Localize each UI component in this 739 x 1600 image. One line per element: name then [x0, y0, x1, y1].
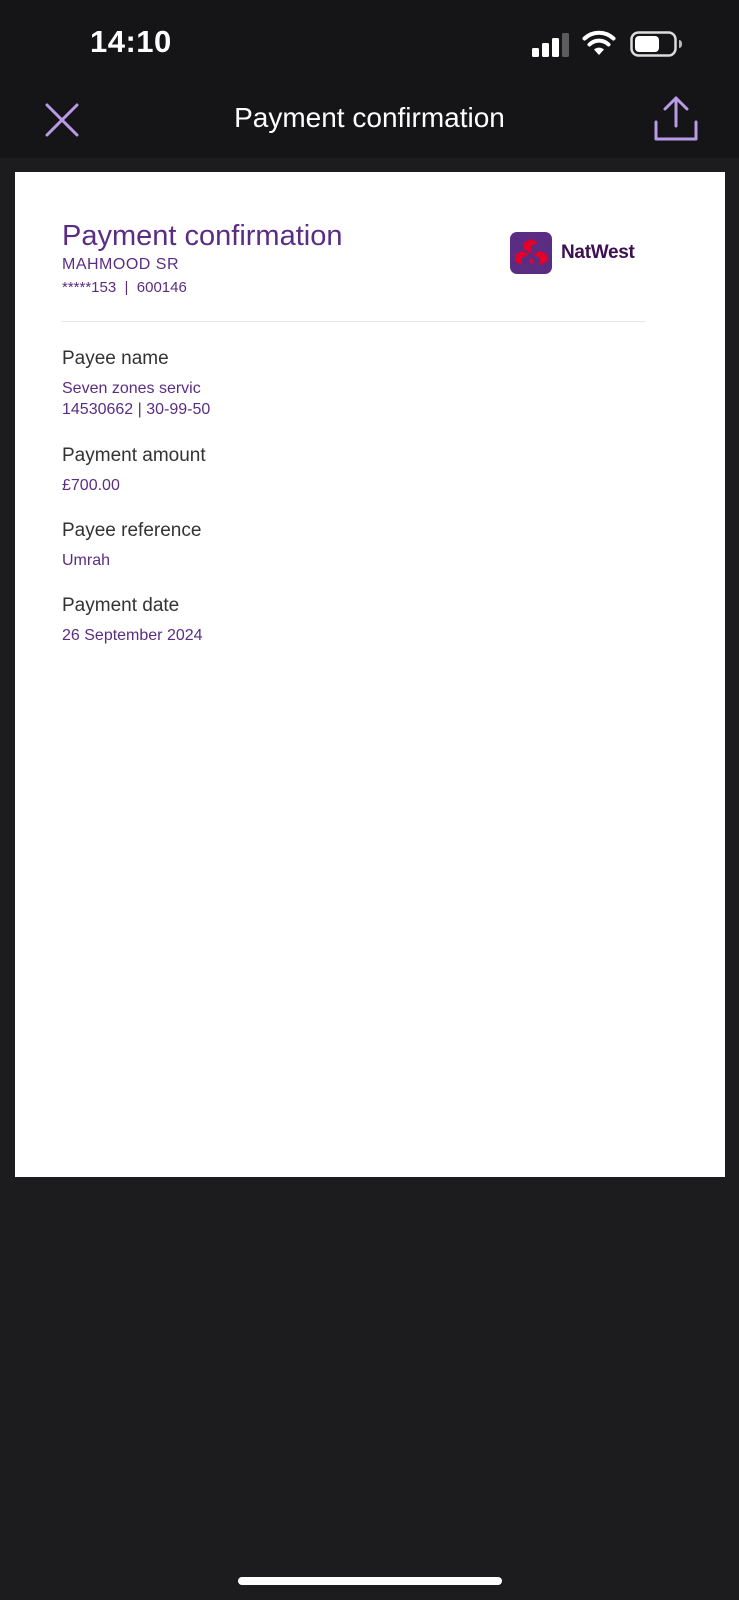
document-title: Payment confirmation: [62, 220, 343, 252]
header-divider: [62, 321, 645, 322]
nav-title: Payment confirmation: [234, 102, 505, 133]
status-bar: 14:10: [0, 0, 739, 86]
screen: 14:10 Payment confirmation Payment confi…: [0, 0, 739, 1600]
battery-icon: [630, 31, 682, 57]
account-number: *****153 | 600146: [62, 279, 187, 296]
payee-name-value: Seven zones servic: [62, 380, 201, 397]
natwest-logo: NatWest: [510, 232, 640, 276]
payee-name-field: Payee name Seven zones servic 14530662 |…: [62, 348, 210, 420]
home-indicator[interactable]: [238, 1577, 502, 1585]
share-icon[interactable]: [652, 94, 700, 144]
cellular-signal-icon: [532, 33, 569, 57]
payment-amount-label: Payment amount: [62, 445, 206, 466]
payment-date-label: Payment date: [62, 595, 180, 616]
wifi-icon: [582, 30, 616, 55]
payee-name-label: Payee name: [62, 348, 169, 369]
payee-reference-label: Payee reference: [62, 520, 202, 541]
status-time: 14:10: [90, 24, 172, 59]
natwest-logo-text: NatWest: [561, 242, 635, 263]
payment-amount-value: £700.00: [62, 477, 120, 494]
payment-amount-field: Payment amount £700.00: [62, 445, 206, 496]
payment-date-field: Payment date 26 September 2024: [62, 595, 203, 646]
account-holder-name: MAHMOOD SR: [62, 256, 179, 273]
nav-bar: Payment confirmation: [0, 86, 739, 158]
payee-account-details: 14530662 | 30-99-50: [62, 401, 211, 418]
payee-reference-value: Umrah: [62, 552, 111, 569]
payment-date-value: 26 September 2024: [62, 627, 203, 644]
payment-confirmation-document: Payment confirmation MAHMOOD SR *****153…: [15, 172, 725, 1177]
payee-reference-field: Payee reference Umrah: [62, 520, 201, 571]
natwest-cubes-icon: [510, 232, 552, 274]
